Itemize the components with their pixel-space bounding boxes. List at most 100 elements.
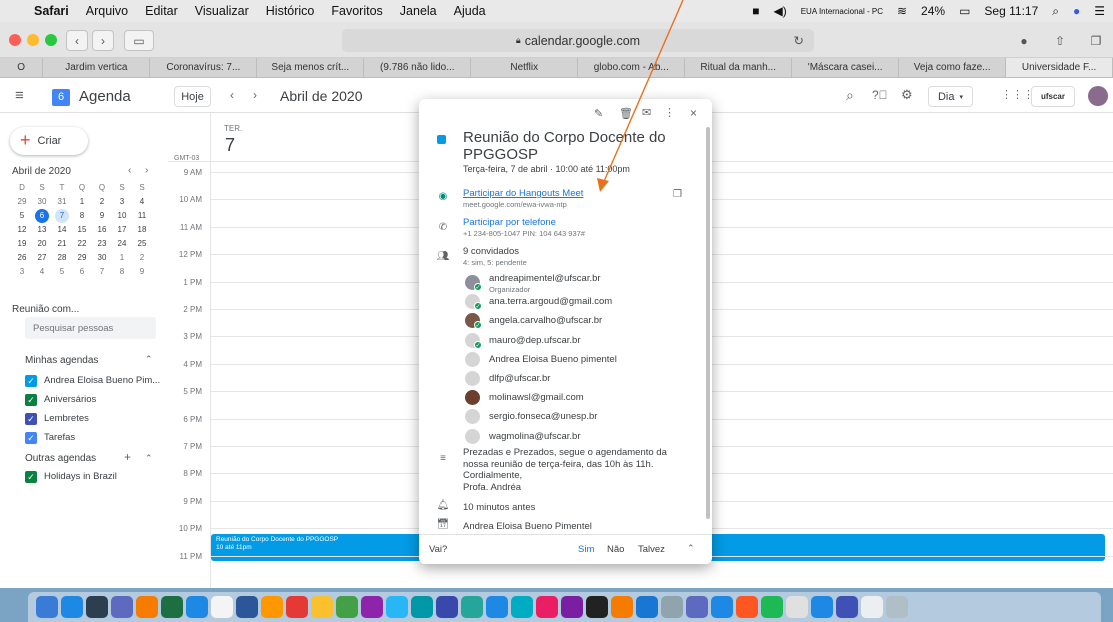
menu-safari[interactable]: Safari <box>34 4 69 18</box>
popup-scrollbar[interactable] <box>706 127 710 519</box>
input-source-label[interactable]: EUA Internacional - PC <box>801 7 883 16</box>
mini-day[interactable]: 29 <box>12 195 32 209</box>
dock-app-icon[interactable] <box>811 596 833 618</box>
mini-day[interactable]: 14 <box>52 223 72 237</box>
mini-day[interactable]: 3 <box>12 265 32 279</box>
dock-app-icon[interactable] <box>261 596 283 618</box>
dock-app-icon[interactable] <box>711 596 733 618</box>
my-calendars-title[interactable]: Minhas agendas <box>25 355 98 366</box>
apps-grid-icon[interactable]: ⋮⋮⋮ <box>1001 88 1034 101</box>
menu-ajuda[interactable]: Ajuda <box>454 4 486 18</box>
close-window-icon[interactable] <box>9 34 21 46</box>
dock-app-icon[interactable] <box>536 596 558 618</box>
mini-day[interactable]: 22 <box>72 237 92 251</box>
mini-day[interactable]: 25 <box>132 237 152 251</box>
guest-email[interactable]: sergio.fonseca@unesp.br <box>489 411 597 422</box>
mini-day[interactable]: 29 <box>72 251 92 265</box>
search-icon[interactable]: ⌕ <box>846 87 854 104</box>
prev-period-icon[interactable]: ‹ <box>230 88 234 102</box>
guest-email[interactable]: mauro@dep.ufscar.br <box>489 335 581 346</box>
mini-day[interactable]: 13 <box>32 223 52 237</box>
dock-app-icon[interactable] <box>586 596 608 618</box>
mini-day[interactable]: 31 <box>52 195 72 209</box>
wifi-sound-icon[interactable]: ◀) <box>773 4 786 18</box>
today-button[interactable]: Hoje <box>174 86 211 107</box>
calendar-checkbox[interactable]: ✓ <box>25 394 37 406</box>
mini-day[interactable]: 2 <box>132 251 152 265</box>
dock-app-icon[interactable] <box>886 596 908 618</box>
mini-day[interactable]: 27 <box>32 251 52 265</box>
join-by-phone-link[interactable]: Participar por telefone <box>463 217 556 228</box>
sidebar-toggle-button[interactable]: ▭ <box>124 30 154 51</box>
guest-email[interactable]: angela.carvalho@ufscar.br <box>489 315 602 326</box>
dock-app-icon[interactable] <box>36 596 58 618</box>
rsvp-maybe-button[interactable]: Talvez <box>638 544 665 555</box>
dock-app-icon[interactable] <box>236 596 258 618</box>
mini-day[interactable]: 7 <box>92 265 112 279</box>
mini-day[interactable]: 23 <box>92 237 112 251</box>
dock-app-icon[interactable] <box>86 596 108 618</box>
dock-app-icon[interactable] <box>761 596 783 618</box>
mini-day[interactable]: 4 <box>32 265 52 279</box>
dock-app-icon[interactable] <box>736 596 758 618</box>
view-select[interactable]: Dia ▾ <box>928 86 973 107</box>
siri-icon[interactable]: ● <box>1073 4 1080 18</box>
dock-app-icon[interactable] <box>686 596 708 618</box>
settings-gear-icon[interactable]: ⚙ <box>901 87 913 103</box>
hangouts-url[interactable]: meet.google.com/ewa-ivwa-ntp <box>463 200 567 209</box>
mini-day[interactable]: 17 <box>112 223 132 237</box>
collapse-my-calendars-icon[interactable]: ⌃ <box>145 354 153 365</box>
tab-4[interactable]: (9.786 não lido... <box>364 58 472 77</box>
dock-app-icon[interactable] <box>186 596 208 618</box>
mini-day[interactable]: 4 <box>132 195 152 209</box>
tab-1[interactable]: Jardim vertica <box>43 58 151 77</box>
menu-arquivo[interactable]: Arquivo <box>86 4 128 18</box>
menu-janela[interactable]: Janela <box>400 4 437 18</box>
fullscreen-window-icon[interactable] <box>45 34 57 46</box>
mini-day[interactable]: 1 <box>112 251 132 265</box>
tab-0[interactable]: O <box>0 58 44 77</box>
tab-3[interactable]: Seja menos crít... <box>257 58 365 77</box>
mini-day[interactable]: 26 <box>12 251 32 265</box>
dock-app-icon[interactable] <box>786 596 808 618</box>
guest-email[interactable]: wagmolina@ufscar.br <box>489 431 581 442</box>
mini-day[interactable]: 16 <box>92 223 112 237</box>
dock-app-icon[interactable] <box>311 596 333 618</box>
dock-app-icon[interactable] <box>861 596 883 618</box>
tab-9[interactable]: Veja como faze... <box>899 58 1007 77</box>
mini-next-icon[interactable]: › <box>145 165 148 176</box>
dock-app-icon[interactable] <box>211 596 233 618</box>
mini-day[interactable]: 5 <box>12 209 32 223</box>
tabs-overview-icon[interactable]: ❐ <box>1083 30 1109 51</box>
rsvp-no-button[interactable]: Não <box>607 544 624 555</box>
mini-day[interactable]: 21 <box>52 237 72 251</box>
dock-app-icon[interactable] <box>561 596 583 618</box>
calendar-checkbox[interactable]: ✓ <box>25 432 37 444</box>
mini-day[interactable]: 5 <box>52 265 72 279</box>
guest-email[interactable]: molinawsl@gmail.com <box>489 392 584 403</box>
mini-day[interactable]: 30 <box>32 195 52 209</box>
menu-favoritos[interactable]: Favoritos <box>331 4 382 18</box>
calendar-checkbox[interactable]: ✓ <box>25 413 37 425</box>
extension-icon[interactable]: ● <box>1011 30 1037 51</box>
dock-app-icon[interactable] <box>636 596 658 618</box>
clock[interactable]: Seg 11:17 <box>984 4 1038 18</box>
calendar-checkbox[interactable]: ✓ <box>25 375 37 387</box>
rsvp-expand-icon[interactable]: ⌃ <box>687 543 695 554</box>
add-calendar-icon[interactable]: + <box>124 450 131 464</box>
main-menu-icon[interactable]: ≡ <box>15 87 24 104</box>
next-period-icon[interactable]: › <box>253 88 257 102</box>
dock-app-icon[interactable] <box>286 596 308 618</box>
mini-day[interactable]: 19 <box>12 237 32 251</box>
collapse-other-calendars-icon[interactable]: ⌃ <box>145 453 153 464</box>
guest-email[interactable]: dlfp@ufscar.br <box>489 373 550 384</box>
forward-button[interactable]: › <box>92 30 114 51</box>
dock-app-icon[interactable] <box>111 596 133 618</box>
battery-percent[interactable]: 24% <box>921 4 945 18</box>
dock-app-icon[interactable] <box>511 596 533 618</box>
tab-7[interactable]: Ritual da manh... <box>685 58 793 77</box>
dock-app-icon[interactable] <box>411 596 433 618</box>
guest-email[interactable]: ana.terra.argoud@gmail.com <box>489 296 612 307</box>
mini-day[interactable]: 12 <box>12 223 32 237</box>
day-number[interactable]: 7 <box>225 135 235 156</box>
